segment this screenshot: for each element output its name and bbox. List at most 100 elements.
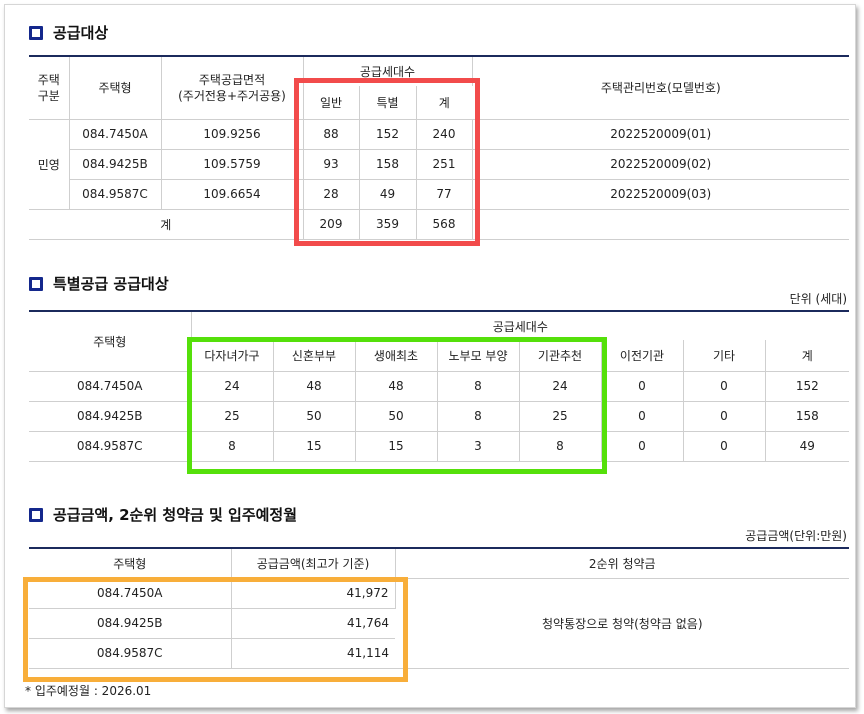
cell-price: 41,764 [231, 608, 395, 639]
cell-area: 109.5759 [161, 149, 304, 180]
header-general: 일반 [303, 86, 360, 120]
cell-area: 109.9256 [161, 119, 304, 150]
cell-area: 109.6654 [161, 179, 304, 210]
cell-total: 49 [765, 431, 850, 462]
cell-multi-child: 8 [191, 431, 274, 462]
header-newlywed: 신혼부부 [273, 340, 356, 372]
section-title-supply: 공급대상 [29, 22, 108, 43]
table-row: 084.7450A 24 48 48 8 24 0 0 152 [29, 371, 850, 402]
cell-newlywed: 48 [273, 371, 356, 402]
total-label: 계 [29, 209, 304, 240]
cell-type: 084.9425B [29, 608, 232, 639]
cell-total: 158 [765, 401, 850, 432]
cell-newlywed: 50 [273, 401, 356, 432]
cell-type: 084.7450A [29, 371, 192, 402]
cell-first-life: 48 [355, 371, 438, 402]
header-area: 주택공급면적 (주거전용+주거공용) [161, 56, 304, 120]
header-other: 기타 [683, 340, 766, 372]
cell-relocation: 0 [601, 401, 684, 432]
price-table: 주택형 공급금액(최고가 기준) 2순위 청약금 084.7450A 41,97… [29, 547, 849, 669]
cell-total: 240 [416, 119, 473, 150]
cell-type: 084.9587C [69, 179, 162, 210]
cell-general: 88 [303, 119, 360, 150]
cell-type: 084.7450A [69, 119, 162, 150]
header-units: 공급세대수 [191, 311, 850, 340]
special-supply-table: 주택형 공급세대수 다자녀가구 신혼부부 생애최초 노부모 부양 기관추천 이전… [29, 310, 850, 462]
table-row: 084.7450A 41,972 청약통장으로 청약(청약금 없음) [29, 578, 849, 669]
document-frame: 공급대상 주택 구분 주택형 주택공급면적 (주거전용+주거공용) 공급세대수 … [4, 4, 856, 708]
header-house-type: 주택형 [29, 311, 192, 372]
header-deposit: 2순위 청약금 [395, 548, 849, 579]
cell-multi-child: 24 [191, 371, 274, 402]
cell-other: 0 [683, 431, 766, 462]
deposit-cell: 청약통장으로 청약(청약금 없음) [395, 578, 849, 669]
bullet-square-icon [29, 507, 43, 522]
cell-price: 41,972 [231, 578, 396, 609]
table-row: 084.9425B 25 50 50 8 25 0 0 158 [29, 401, 850, 432]
cell-relocation: 0 [601, 431, 684, 462]
cell-special: 49 [359, 179, 417, 210]
cell-multi-child: 25 [191, 401, 274, 432]
cell-elderly: 8 [437, 401, 520, 432]
header-price: 공급금액(최고가 기준) [231, 548, 396, 579]
cell-special: 152 [359, 119, 417, 150]
cell-total: 77 [416, 179, 473, 210]
table-row: 084.9425B 109.5759 93 158 251 2022520009… [29, 149, 849, 180]
total-row: 계 209 359 568 [29, 209, 849, 240]
header-total: 계 [765, 340, 850, 372]
cell-mgmt: 2022520009(02) [472, 149, 849, 180]
table-row: 084.9587C 109.6654 28 49 77 2022520009(0… [29, 179, 849, 210]
cell-type: 084.9425B [29, 401, 192, 432]
move-in-note: * 입주예정월 : 2026.01 [25, 684, 152, 698]
supply-table: 주택 구분 주택형 주택공급면적 (주거전용+주거공용) 공급세대수 주택관리번… [29, 55, 849, 240]
unit-label: 단위 (세대) [789, 292, 847, 306]
cell-institution: 8 [519, 431, 602, 462]
cell-mgmt: 2022520009(01) [472, 119, 849, 150]
cell-price: 41,114 [231, 638, 395, 669]
cell-total: 251 [416, 149, 473, 180]
cell-total: 152 [765, 371, 850, 402]
cell-other: 0 [683, 401, 766, 432]
total-general: 209 [303, 209, 360, 240]
cell-first-life: 15 [355, 431, 438, 462]
category-cell: 민영 [29, 119, 70, 210]
cell-institution: 25 [519, 401, 602, 432]
table-row: 084.9587C 8 15 15 3 8 0 0 49 [29, 431, 850, 462]
cell-elderly: 3 [437, 431, 520, 462]
total-special: 359 [359, 209, 417, 240]
header-elderly: 노부모 부양 [437, 340, 520, 372]
header-relocation: 이전기관 [601, 340, 684, 372]
header-mgmt-no: 주택관리번호(모델번호) [472, 56, 849, 120]
header-institution: 기관추천 [519, 340, 602, 372]
bullet-square-icon [29, 25, 43, 40]
cell-special: 158 [359, 149, 417, 180]
table-row: 민영 084.7450A 109.9256 88 152 240 2022520… [29, 119, 849, 210]
cell-general: 93 [303, 149, 360, 180]
header-house-category: 주택 구분 [29, 56, 70, 120]
bullet-square-icon [29, 276, 43, 291]
cell-type: 084.7450A [29, 578, 232, 609]
cell-type: 084.9587C [29, 431, 192, 462]
cell-first-life: 50 [355, 401, 438, 432]
section-title-price: 공급금액, 2순위 청약금 및 입주예정월 [29, 504, 297, 525]
cell-general: 28 [303, 179, 360, 210]
unit-label: 공급금액(단위:만원) [745, 529, 847, 543]
cell-institution: 24 [519, 371, 602, 402]
header-house-type: 주택형 [69, 56, 162, 120]
cell-elderly: 8 [437, 371, 520, 402]
header-units: 공급세대수 [303, 56, 473, 86]
header-house-type: 주택형 [29, 548, 232, 579]
header-multi-child: 다자녀가구 [191, 340, 274, 372]
total-mgmt-empty [472, 209, 849, 240]
cell-relocation: 0 [601, 371, 684, 402]
total-total: 568 [416, 209, 473, 240]
section-title-special: 특별공급 공급대상 [29, 273, 169, 294]
header-total: 계 [416, 86, 472, 120]
header-first-life: 생애최초 [355, 340, 438, 372]
header-special: 특별 [359, 86, 417, 120]
cell-other: 0 [683, 371, 766, 402]
cell-type: 084.9425B [69, 149, 162, 180]
cell-mgmt: 2022520009(03) [472, 179, 849, 210]
cell-newlywed: 15 [273, 431, 356, 462]
cell-type: 084.9587C [29, 638, 232, 669]
